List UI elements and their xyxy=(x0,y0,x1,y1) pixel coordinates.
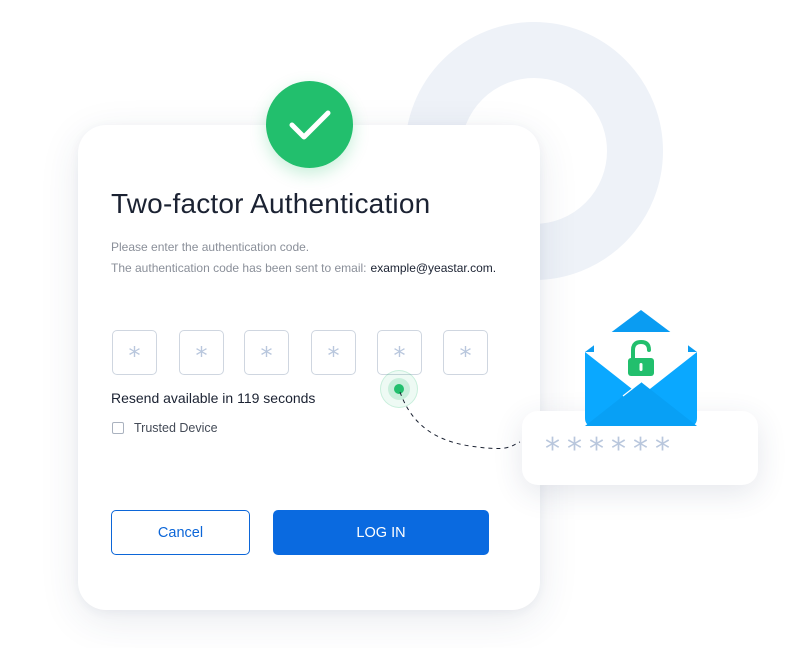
login-button[interactable]: LOG IN xyxy=(273,510,489,555)
masked-code: ****** xyxy=(545,432,677,467)
illustration-stage: Two-factor Authentication Please enter t… xyxy=(0,0,800,648)
code-input-5[interactable]: * xyxy=(377,330,422,375)
code-input-4[interactable]: * xyxy=(311,330,356,375)
instruction-text: Please enter the authentication code. xyxy=(111,240,310,254)
envelope-icon xyxy=(585,310,697,426)
trusted-device-checkbox[interactable] xyxy=(112,422,124,434)
code-input-3[interactable]: * xyxy=(244,330,289,375)
email-address: example@yeastar.com. xyxy=(370,261,497,275)
dialog-title: Two-factor Authentication xyxy=(111,188,431,219)
trusted-device-label[interactable]: Trusted Device xyxy=(134,421,218,435)
cancel-button[interactable]: Cancel xyxy=(111,510,250,555)
code-input-1[interactable]: * xyxy=(112,330,157,375)
code-input-2[interactable]: * xyxy=(179,330,224,375)
pulse-dot-icon xyxy=(394,384,404,394)
resend-countdown: Resend available in 119 seconds xyxy=(111,390,316,406)
code-input-6[interactable]: * xyxy=(443,330,488,375)
check-icon xyxy=(266,81,353,168)
sent-message-text: The authentication code has been sent to… xyxy=(111,261,367,275)
sent-message: The authentication code has been sent to… xyxy=(111,261,496,275)
